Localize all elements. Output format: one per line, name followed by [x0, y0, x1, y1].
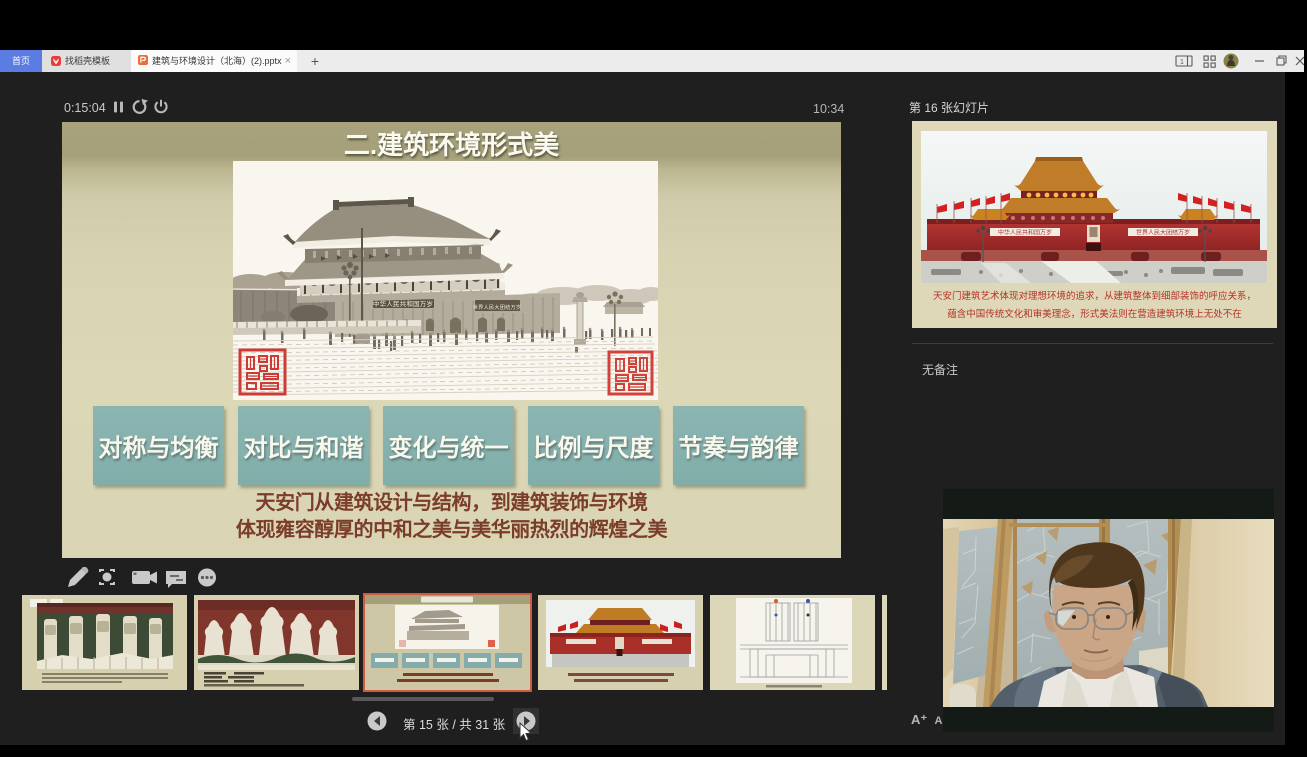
svg-text:中华人民共和国万岁: 中华人民共和国万岁 — [998, 229, 1052, 237]
svg-text:1: 1 — [1180, 59, 1184, 66]
svg-text:世界人民大团结万岁: 世界人民大团结万岁 — [473, 303, 522, 311]
svg-text:世界人民大团结万岁: 世界人民大团结万岁 — [1136, 229, 1190, 237]
